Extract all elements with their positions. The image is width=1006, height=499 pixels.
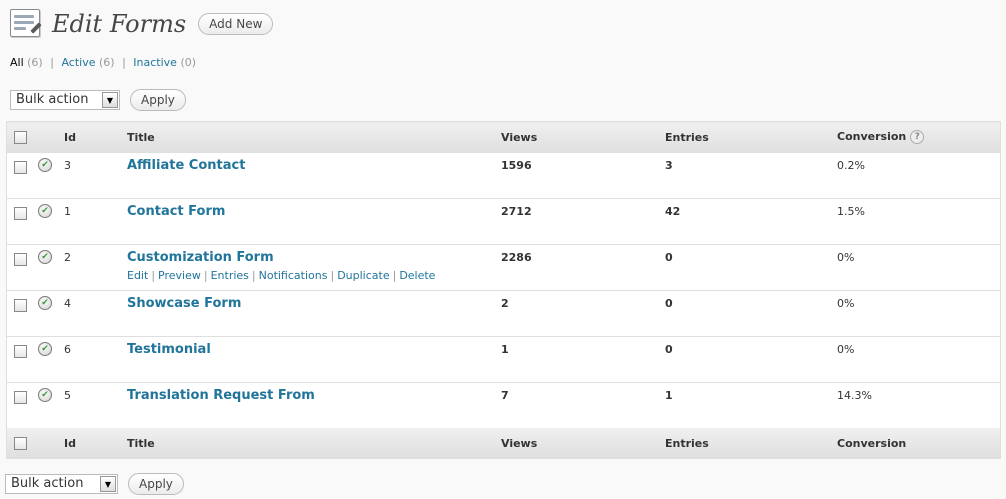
active-check-icon[interactable]: ✔ <box>38 342 52 356</box>
row-action-preview[interactable]: Preview <box>158 269 201 282</box>
forms-page-icon <box>8 8 42 40</box>
form-title-link[interactable]: Testimonial <box>127 342 211 357</box>
filter-separator: | <box>50 56 54 69</box>
form-conversion: 1.5% <box>837 205 865 218</box>
form-entries: 0 <box>665 343 673 356</box>
action-separator: | <box>151 269 156 282</box>
form-id: 2 <box>64 251 71 264</box>
page-header: Edit Forms Add New <box>8 6 274 42</box>
apply-button[interactable]: Apply <box>128 473 184 495</box>
form-conversion: 0% <box>837 251 855 264</box>
column-header-entries[interactable]: Entries <box>665 121 837 153</box>
table-row: ✔ 6 Testimonial 1 0 0% <box>6 336 1001 383</box>
form-id: 4 <box>64 297 71 310</box>
column-footer-entries[interactable]: Entries <box>665 428 837 459</box>
bulk-action-select[interactable]: Bulk action ▼ <box>10 90 120 110</box>
table-header-row: Id Title Views Entries Conversion? <box>6 121 1001 153</box>
column-header-title[interactable]: Title <box>127 121 501 153</box>
filter-active-count: (6) <box>98 56 115 69</box>
form-views: 2712 <box>501 205 532 218</box>
form-title-link[interactable]: Affiliate Contact <box>127 158 245 173</box>
form-title-link[interactable]: Showcase Form <box>127 296 241 311</box>
bulk-actions-bottom: Bulk action ▼ Apply <box>5 473 184 495</box>
column-header-id[interactable]: Id <box>64 121 127 153</box>
column-header-conversion[interactable]: Conversion <box>837 130 906 143</box>
form-title-link[interactable]: Customization Form <box>127 250 274 265</box>
form-conversion: 0.2% <box>837 159 865 172</box>
form-conversion: 0% <box>837 343 855 356</box>
bulk-action-value: Bulk action <box>11 476 84 491</box>
form-views: 1596 <box>501 159 532 172</box>
row-actions: Edit | Preview | Entries | Notifications | Dupli… <box>127 269 501 282</box>
column-footer-conversion[interactable]: Conversion <box>837 428 1001 459</box>
row-action-entries[interactable]: Entries <box>211 269 249 282</box>
column-footer-id[interactable]: Id <box>64 428 127 459</box>
form-conversion: 14.3% <box>837 389 872 402</box>
table-row: ✔ 2 Customization Form Edit | Preview | Entr… <box>6 244 1001 291</box>
row-checkbox[interactable] <box>14 391 27 404</box>
action-separator: | <box>203 269 208 282</box>
table-footer-row: Id Title Views Entries Conversion <box>6 428 1001 459</box>
active-check-icon[interactable]: ✔ <box>38 158 52 172</box>
add-new-button[interactable]: Add New <box>198 13 274 35</box>
row-checkbox[interactable] <box>14 345 27 358</box>
action-separator: | <box>392 269 397 282</box>
column-footer-title[interactable]: Title <box>127 428 501 459</box>
row-checkbox[interactable] <box>14 253 27 266</box>
active-check-icon[interactable]: ✔ <box>38 388 52 402</box>
row-action-delete[interactable]: Delete <box>399 269 435 282</box>
bulk-action-select[interactable]: Bulk action ▼ <box>5 474 118 494</box>
filter-all-count: (6) <box>27 56 43 69</box>
form-entries: 42 <box>665 205 681 218</box>
action-separator: | <box>251 269 256 282</box>
form-id: 3 <box>64 159 71 172</box>
active-check-icon[interactable]: ✔ <box>38 204 52 218</box>
form-title-link[interactable]: Translation Request From <box>127 388 315 403</box>
filter-active[interactable]: Active <box>61 56 95 69</box>
table-row: ✔ 1 Contact Form 2712 42 1.5% <box>6 198 1001 245</box>
form-id: 6 <box>64 343 71 356</box>
filter-all[interactable]: All <box>10 56 24 69</box>
row-checkbox[interactable] <box>14 207 27 220</box>
column-header-views[interactable]: Views <box>501 121 665 153</box>
filter-inactive[interactable]: Inactive <box>133 56 177 69</box>
row-checkbox[interactable] <box>14 299 27 312</box>
table-row: ✔ 5 Translation Request From 7 1 14.3% <box>6 382 1001 428</box>
column-footer-views[interactable]: Views <box>501 428 665 459</box>
row-action-edit[interactable]: Edit <box>127 269 148 282</box>
form-views: 2 <box>501 297 509 310</box>
row-action-duplicate[interactable]: Duplicate <box>337 269 389 282</box>
dropdown-arrow-icon[interactable]: ▼ <box>102 92 118 108</box>
forms-table: Id Title Views Entries Conversion? ✔ 3 A… <box>6 121 1001 459</box>
bulk-actions-top: Bulk action ▼ Apply <box>10 89 186 111</box>
form-entries: 3 <box>665 159 673 172</box>
form-entries: 0 <box>665 251 673 264</box>
form-conversion: 0% <box>837 297 855 310</box>
form-views: 7 <box>501 389 509 402</box>
action-separator: | <box>330 269 335 282</box>
table-row: ✔ 4 Showcase Form 2 0 0% <box>6 290 1001 337</box>
form-views: 2286 <box>501 251 532 264</box>
page-title: Edit Forms <box>52 10 187 38</box>
filter-inactive-count: (0) <box>180 56 197 69</box>
row-checkbox[interactable] <box>14 161 27 174</box>
form-entries: 1 <box>665 389 673 402</box>
dropdown-arrow-icon[interactable]: ▼ <box>100 476 116 492</box>
form-id: 5 <box>64 389 71 402</box>
filter-separator: | <box>122 56 126 69</box>
select-all-checkbox[interactable] <box>14 130 27 144</box>
select-all-checkbox[interactable] <box>14 436 27 450</box>
form-id: 1 <box>64 205 71 218</box>
table-row: ✔ 3 Affiliate Contact 1596 3 0.2% <box>6 152 1001 199</box>
help-icon[interactable]: ? <box>910 130 925 144</box>
bulk-action-value: Bulk action <box>16 92 89 107</box>
active-check-icon[interactable]: ✔ <box>38 250 52 264</box>
form-views: 1 <box>501 343 509 356</box>
row-action-notifications[interactable]: Notifications <box>259 269 328 282</box>
active-check-icon[interactable]: ✔ <box>38 296 52 310</box>
form-entries: 0 <box>665 297 673 310</box>
form-title-link[interactable]: Contact Form <box>127 204 225 219</box>
status-filters: All (6) | Active (6) | Inactive (0) <box>10 56 196 69</box>
apply-button[interactable]: Apply <box>130 89 186 111</box>
